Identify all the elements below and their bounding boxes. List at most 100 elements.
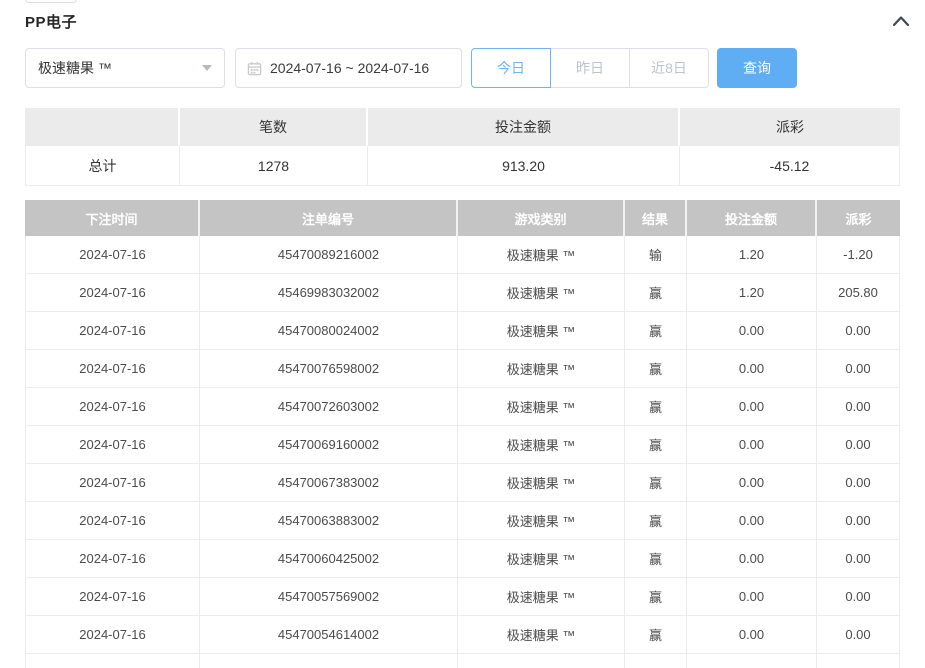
cell-result: 赢 xyxy=(625,616,687,654)
cell-bet-time: 2024-07-16 xyxy=(25,350,200,388)
chevron-up-icon[interactable] xyxy=(893,16,909,26)
col-header-bet-amount: 投注金额 xyxy=(687,200,817,236)
cell-result: 赢 xyxy=(625,540,687,578)
summary-header-count: 笔数 xyxy=(180,108,368,146)
cell-result: 赢 xyxy=(625,388,687,426)
quick-range-yesterday-button[interactable]: 昨日 xyxy=(550,48,630,88)
cell-game-type: 极速糖果 ™ xyxy=(458,350,625,388)
cell-bet-time: 2024-07-16 xyxy=(25,464,200,502)
cell-bet-id: 45470080024002 xyxy=(200,312,458,350)
bets-table-header: 下注时间 注单编号 游戏类别 结果 投注金额 派彩 xyxy=(25,200,900,236)
cell-bet-id: 45470089216002 xyxy=(200,236,458,274)
summary-header-empty xyxy=(25,108,180,146)
table-row: 2024-07-16 45470067383002 极速糖果 ™ 赢 0.00 … xyxy=(25,464,900,502)
cell-bet-amount: 0.00 xyxy=(687,502,817,540)
cell-bet-id: 45470060425002 xyxy=(200,540,458,578)
cell-game-type: 极速糖果 ™ xyxy=(458,388,625,426)
table-row: 2024-07-16 45470063883002 极速糖果 ™ 赢 0.00 … xyxy=(25,502,900,540)
cell-payout: 0.00 xyxy=(817,616,900,654)
cell-result: 赢 xyxy=(625,502,687,540)
calendar-icon xyxy=(247,61,262,76)
cell-bet-amount: 0.00 xyxy=(687,616,817,654)
cell-result: 赢 xyxy=(625,426,687,464)
summary-table: 笔数 投注金额 派彩 总计 1278 913.20 -45.12 xyxy=(25,108,900,186)
cell-bet-time: 2024-07-16 xyxy=(25,274,200,312)
summary-header-row: 笔数 投注金额 派彩 xyxy=(25,108,900,146)
cell-result: 赢 xyxy=(625,464,687,502)
cell-bet-id: 45470076598002 xyxy=(200,350,458,388)
cell-payout: 0.00 xyxy=(817,464,900,502)
summary-total-count: 1278 xyxy=(180,146,368,186)
quick-range-last8days-button[interactable]: 近8日 xyxy=(629,48,709,88)
cutoff-element-fragment xyxy=(25,0,77,3)
col-header-bet-id: 注单编号 xyxy=(200,200,458,236)
table-row: 2024-07-16 45470072603002 极速糖果 ™ 赢 0.00 … xyxy=(25,388,900,426)
table-row: 2024-07-16 45470069160002 极速糖果 ™ 赢 0.00 … xyxy=(25,426,900,464)
cell-payout: 0.00 xyxy=(817,312,900,350)
table-row-partial xyxy=(25,654,900,668)
summary-total-label: 总计 xyxy=(25,146,180,186)
cell-bet-amount: 0.00 xyxy=(687,540,817,578)
cell-payout: 0.00 xyxy=(817,540,900,578)
cell-payout: -1.20 xyxy=(817,236,900,274)
table-row: 2024-07-16 45470057569002 极速糖果 ™ 赢 0.00 … xyxy=(25,578,900,616)
caret-down-icon xyxy=(202,65,212,71)
page-title: PP电子 xyxy=(25,11,77,32)
cell-bet-time: 2024-07-16 xyxy=(25,578,200,616)
cell-payout: 0.00 xyxy=(817,502,900,540)
cell-result: 赢 xyxy=(625,274,687,312)
cell-bet-time: 2024-07-16 xyxy=(25,388,200,426)
cell-bet-time xyxy=(25,654,200,668)
table-row: 2024-07-16 45470076598002 极速糖果 ™ 赢 0.00 … xyxy=(25,350,900,388)
cell-payout xyxy=(817,654,900,668)
cell-payout: 0.00 xyxy=(817,350,900,388)
cell-bet-amount: 0.00 xyxy=(687,578,817,616)
cell-payout: 0.00 xyxy=(817,426,900,464)
quick-range-today-button[interactable]: 今日 xyxy=(471,48,551,88)
summary-total-row: 总计 1278 913.20 -45.12 xyxy=(25,146,900,186)
game-select-value: 极速糖果 ™ xyxy=(38,58,112,78)
cell-bet-time: 2024-07-16 xyxy=(25,502,200,540)
cell-game-type: 极速糖果 ™ xyxy=(458,236,625,274)
cell-game-type: 极速糖果 ™ xyxy=(458,274,625,312)
cell-bet-time: 2024-07-16 xyxy=(25,540,200,578)
summary-total-bet-amount: 913.20 xyxy=(368,146,680,186)
cell-bet-time: 2024-07-16 xyxy=(25,312,200,350)
summary-total-payout: -45.12 xyxy=(680,146,900,186)
cell-result: 赢 xyxy=(625,350,687,388)
cell-bet-id: 45470057569002 xyxy=(200,578,458,616)
cell-result: 赢 xyxy=(625,312,687,350)
betting-records-panel: PP电子 极速糖果 ™ 2024-07-16 ~ 2024-07-16 xyxy=(0,0,925,668)
cell-game-type: 极速糖果 ™ xyxy=(458,312,625,350)
date-range-value: 2024-07-16 ~ 2024-07-16 xyxy=(270,60,429,76)
panel-header: PP电子 xyxy=(0,0,925,32)
bets-table: 下注时间 注单编号 游戏类别 结果 投注金额 派彩 2024-07-16 454… xyxy=(25,200,900,668)
table-row: 2024-07-16 45469983032002 极速糖果 ™ 赢 1.20 … xyxy=(25,274,900,312)
cell-game-type: 极速糖果 ™ xyxy=(458,578,625,616)
date-range-picker[interactable]: 2024-07-16 ~ 2024-07-16 xyxy=(235,48,462,88)
cell-game-type: 极速糖果 ™ xyxy=(458,464,625,502)
cell-result xyxy=(625,654,687,668)
cell-bet-id: 45470072603002 xyxy=(200,388,458,426)
cell-bet-amount: 0.00 xyxy=(687,312,817,350)
cell-game-type: 极速糖果 ™ xyxy=(458,426,625,464)
col-header-payout: 派彩 xyxy=(817,200,900,236)
quick-range-group: 今日 昨日 近8日 xyxy=(471,48,709,88)
summary-header-payout: 派彩 xyxy=(680,108,900,146)
cell-bet-id: 45470063883002 xyxy=(200,502,458,540)
cell-bet-id: 45469983032002 xyxy=(200,274,458,312)
cell-bet-id: 45470067383002 xyxy=(200,464,458,502)
table-row: 2024-07-16 45470060425002 极速糖果 ™ 赢 0.00 … xyxy=(25,540,900,578)
bets-table-body: 2024-07-16 45470089216002 极速糖果 ™ 输 1.20 … xyxy=(25,236,900,654)
cell-bet-amount: 0.00 xyxy=(687,426,817,464)
cell-bet-amount: 0.00 xyxy=(687,350,817,388)
cell-game-type xyxy=(458,654,625,668)
cell-game-type: 极速糖果 ™ xyxy=(458,502,625,540)
game-select[interactable]: 极速糖果 ™ xyxy=(25,48,225,88)
cell-game-type: 极速糖果 ™ xyxy=(458,616,625,654)
cell-bet-amount xyxy=(687,654,817,668)
cell-bet-amount: 0.00 xyxy=(687,464,817,502)
search-button[interactable]: 查询 xyxy=(717,48,797,88)
cell-bet-id xyxy=(200,654,458,668)
cell-bet-amount: 0.00 xyxy=(687,388,817,426)
